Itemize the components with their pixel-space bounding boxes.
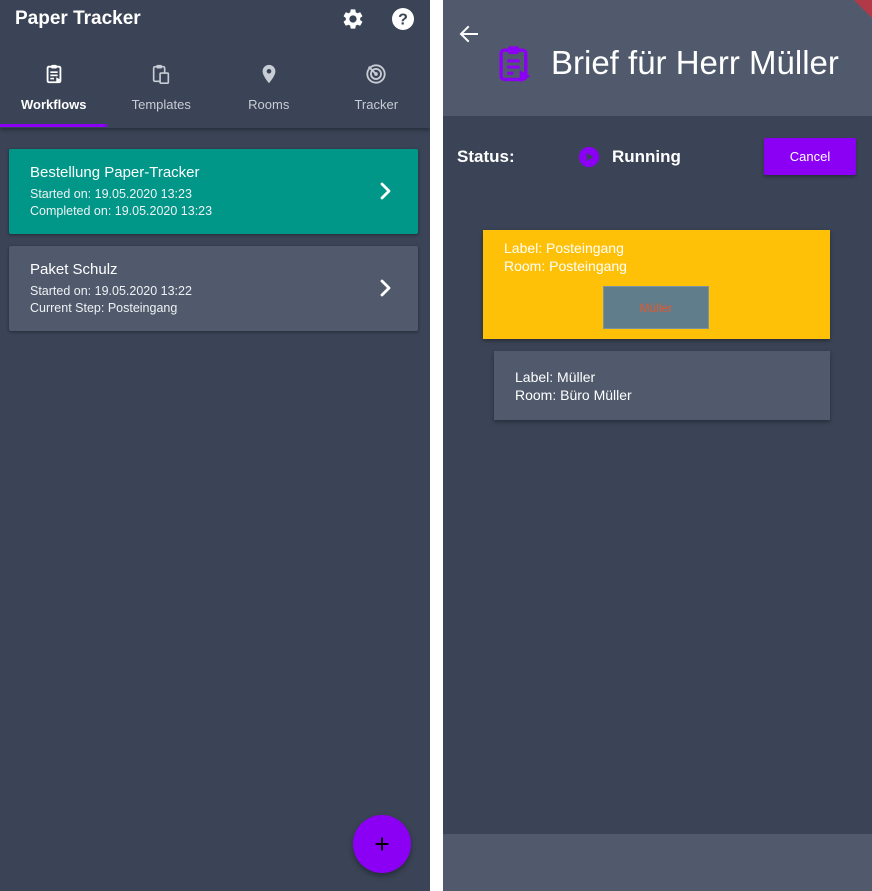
step-label: Label: Posteingang <box>504 240 624 256</box>
app-title: Paper Tracker <box>15 8 141 29</box>
tab-label: Tracker <box>354 97 399 112</box>
step-card-posteingang: Label: Posteingang Room: Posteingang Mül… <box>483 230 830 339</box>
screen-divider <box>430 0 443 891</box>
play-circle-icon <box>578 146 600 168</box>
help-button[interactable]: ? <box>390 6 416 32</box>
status-label: Status: <box>457 147 515 166</box>
workflows-screen: Paper Tracker ? Workflows Templates Room… <box>0 0 430 891</box>
step-room: Room: Büro Müller <box>515 387 632 403</box>
bottom-bar <box>443 834 872 891</box>
workflow-started: Started on: 19.05.2020 13:23 <box>30 187 192 201</box>
workflow-started: Started on: 19.05.2020 13:22 <box>30 284 192 298</box>
workflow-detail-title: Brief für Herr Müller <box>551 44 839 81</box>
app-bar: Paper Tracker ? Workflows Templates Room… <box>0 0 430 128</box>
workflow-card-bestellung[interactable]: Bestellung Paper-Tracker Started on: 19.… <box>9 149 418 234</box>
help-icon: ? <box>392 8 414 30</box>
tab-tracker[interactable]: Tracker <box>323 54 431 126</box>
workflow-completed: Completed on: 19.05.2020 13:23 <box>30 204 213 218</box>
cancel-button[interactable]: Cancel <box>764 138 856 175</box>
detail-header: Brief für Herr Müller <box>443 0 872 116</box>
tab-templates[interactable]: Templates <box>108 54 216 126</box>
tab-bar: Workflows Templates Rooms Tracker <box>0 54 430 126</box>
next-step-button[interactable]: Müller <box>603 286 709 329</box>
debug-banner <box>854 0 872 18</box>
chevron-right-icon <box>380 182 391 200</box>
tab-label: Rooms <box>248 97 290 112</box>
step-label: Label: Müller <box>515 369 596 385</box>
add-workflow-button[interactable] <box>353 815 411 873</box>
svg-text:?: ? <box>398 12 408 29</box>
tab-rooms[interactable]: Rooms <box>215 54 323 126</box>
plus-icon <box>375 837 389 851</box>
step-room: Room: Posteingang <box>504 258 627 274</box>
chevron-right-icon <box>380 279 391 297</box>
location-pin-icon <box>256 61 282 87</box>
workflow-current-step: Current Step: Posteingang <box>30 301 178 315</box>
status-value: Running <box>612 147 681 166</box>
tab-label: Templates <box>131 97 191 112</box>
workflow-title: Bestellung Paper-Tracker <box>30 164 200 181</box>
gear-icon <box>343 9 363 29</box>
workflow-title: Paket Schulz <box>30 261 118 278</box>
tab-indicator <box>0 124 107 127</box>
tab-workflows[interactable]: Workflows <box>0 54 108 126</box>
radar-icon <box>363 61 389 87</box>
workflow-card-paket-schulz[interactable]: Paket Schulz Started on: 19.05.2020 13:2… <box>9 246 418 331</box>
clipboard-copy-icon <box>148 61 174 87</box>
settings-button[interactable] <box>340 6 366 32</box>
clipboard-icon <box>499 46 531 83</box>
step-card-mueller: Label: Müller Room: Büro Müller <box>494 351 830 420</box>
tab-label: Workflows <box>21 97 87 112</box>
workflow-detail-screen: Brief für Herr Müller Status: Running Ca… <box>443 0 872 891</box>
back-arrow-icon[interactable] <box>457 22 481 46</box>
clipboard-icon <box>41 61 67 87</box>
